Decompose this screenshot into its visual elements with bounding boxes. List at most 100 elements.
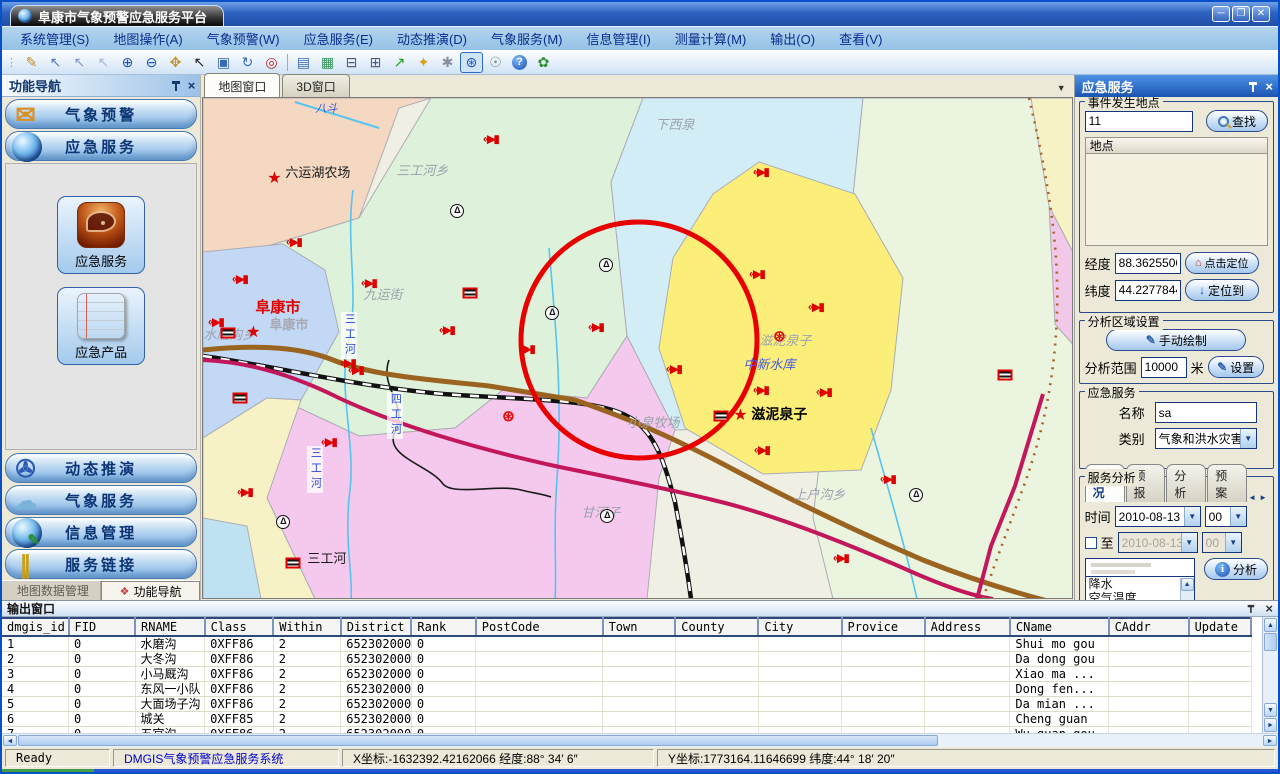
menu-map-ops[interactable]: 地图操作(A): [101, 26, 194, 51]
menu-weather-service[interactable]: 气象服务(M): [479, 26, 575, 51]
placemark-icon[interactable]: ✦: [412, 52, 435, 73]
minimize-button[interactable]: ─: [1212, 6, 1230, 22]
table-row[interactable]: 40东风一小队0XFF8626523020000Dong fen...: [2, 682, 1251, 697]
select-clear-icon[interactable]: ↖: [92, 52, 115, 73]
service-type-select[interactable]: 气象和洪水灾害 ▼: [1155, 428, 1257, 449]
column-header-Within[interactable]: Within: [273, 618, 341, 636]
menu-view[interactable]: 查看(V): [827, 26, 894, 51]
column-header-FID[interactable]: FID: [69, 618, 136, 636]
scrollbar-thumb[interactable]: [1264, 633, 1277, 651]
scrollbar-thumb[interactable]: [18, 735, 938, 746]
select-poly-icon[interactable]: ↖: [68, 52, 91, 73]
analysis-range-input[interactable]: [1141, 357, 1187, 378]
listbox-scrollbar[interactable]: ▲: [1180, 578, 1194, 600]
panel-tab-地图数据管理[interactable]: 地图数据管理: [2, 581, 101, 600]
close-icon[interactable]: ×: [1265, 601, 1273, 616]
analyze-button[interactable]: i 分析: [1204, 558, 1268, 580]
menu-system[interactable]: 系统管理(S): [8, 26, 101, 51]
column-header-Update[interactable]: Update: [1189, 618, 1251, 636]
tab-scroll-arrows[interactable]: ◄►: [1248, 493, 1268, 502]
sidebar-item-气象服务[interactable]: ☁气象服务: [5, 485, 197, 515]
analysis-tab-预案[interactable]: 预案: [1207, 464, 1247, 502]
click-locate-button[interactable]: ⌂ 点击定位: [1185, 252, 1259, 274]
search-button[interactable]: 查找: [1206, 110, 1268, 132]
sidebar-item-服务链接[interactable]: ∥服务链接: [5, 549, 197, 579]
table-row[interactable]: 30小马厩沟0XFF8626523020000Xiao ma ...: [2, 667, 1251, 682]
full-extent-icon[interactable]: ▣: [212, 52, 235, 73]
longitude-input[interactable]: [1115, 253, 1181, 274]
print-preview-icon[interactable]: ⊞: [364, 52, 387, 73]
set-range-button[interactable]: ✎ 设置: [1208, 356, 1264, 378]
pointer-icon[interactable]: ↖: [188, 52, 211, 73]
emergency-product-button[interactable]: 应急产品: [57, 287, 145, 365]
column-header-Rank[interactable]: Rank: [411, 618, 475, 636]
measure-icon[interactable]: ✎: [20, 52, 43, 73]
close-icon[interactable]: ×: [188, 78, 196, 93]
menu-output[interactable]: 输出(O): [758, 26, 827, 51]
visibility-icon[interactable]: ☉: [484, 52, 507, 73]
latitude-input[interactable]: [1115, 280, 1181, 301]
window-list-dropdown-icon[interactable]: ▼: [1057, 83, 1066, 93]
map-canvas[interactable]: 六运湖农场三工河乡下西泉八斗阜康市阜康市九运街水磨沟乡滋泥泉子中新水库滋泥泉子小…: [202, 97, 1072, 599]
globe-service-icon[interactable]: ⊛: [460, 52, 483, 73]
menu-weather-warning[interactable]: 气象预警(W): [195, 26, 292, 51]
close-button[interactable]: ✕: [1252, 6, 1270, 22]
time-hour-select[interactable]: 00 ▼: [1205, 506, 1247, 527]
table-row[interactable]: 10水磨沟0XFF8626523020000Shui mo gou: [2, 636, 1251, 652]
select-rect-icon[interactable]: ↖: [44, 52, 67, 73]
menu-dynamic-replay[interactable]: 动态推演(D): [385, 26, 479, 51]
chevron-down-icon[interactable]: ▼: [1240, 429, 1256, 448]
place-list[interactable]: [1085, 154, 1268, 246]
legend-tree-icon[interactable]: ✿: [532, 52, 555, 73]
map-tab-地图窗口[interactable]: 地图窗口: [204, 73, 280, 97]
column-header-Town[interactable]: Town: [603, 618, 676, 636]
table-row[interactable]: 50大面场子沟0XFF8626523020000Da mian ...: [2, 697, 1251, 712]
emergency-service-button[interactable]: 应急服务: [57, 196, 145, 274]
column-header-City[interactable]: City: [758, 618, 841, 636]
export-map-icon[interactable]: ▦: [316, 52, 339, 73]
help-icon[interactable]: ?: [508, 52, 531, 73]
column-header-County[interactable]: County: [675, 618, 758, 636]
maximize-button[interactable]: ❐: [1232, 6, 1250, 22]
output-vscrollbar[interactable]: ▲ ▼ ►: [1262, 617, 1278, 733]
output-hscrollbar[interactable]: ◄ ►: [2, 733, 1278, 747]
column-header-CName[interactable]: CName: [1010, 618, 1109, 636]
table-row[interactable]: 20大冬沟0XFF8626523020000Da dong gou: [2, 652, 1251, 667]
chevron-down-icon[interactable]: ▼: [1184, 507, 1200, 526]
place-list-header[interactable]: 地点: [1085, 137, 1268, 154]
column-header-PostCode[interactable]: PostCode: [476, 618, 603, 636]
analysis-tab-分析[interactable]: 分析: [1166, 464, 1206, 502]
column-header-Provice[interactable]: Provice: [842, 618, 925, 636]
close-icon[interactable]: ×: [1265, 79, 1273, 94]
sidebar-item-气象预警[interactable]: ✉气象预警: [5, 99, 197, 129]
pan-icon[interactable]: ✥: [164, 52, 187, 73]
table-row[interactable]: 60城关0XFF8526523020000Cheng guan: [2, 712, 1251, 727]
column-header-CAddr[interactable]: CAddr: [1109, 618, 1189, 636]
menu-emergency-service[interactable]: 应急服务(E): [292, 26, 385, 51]
pin-icon[interactable]: [1248, 81, 1257, 92]
pin-icon[interactable]: [171, 80, 180, 91]
column-header-dmgis_id[interactable]: dmgis_id: [2, 618, 69, 636]
zoom-in-icon[interactable]: ⊕: [116, 52, 139, 73]
panel-tab-功能导航[interactable]: ❖功能导航: [101, 581, 201, 600]
chevron-down-icon[interactable]: ▼: [1230, 507, 1246, 526]
to-time-checkbox[interactable]: [1085, 537, 1097, 549]
map-tab-3D窗口[interactable]: 3D窗口: [282, 74, 349, 97]
sidebar-item-动态推演[interactable]: ✇动态推演: [5, 453, 197, 483]
menu-measure-calc[interactable]: 测量计算(M): [663, 26, 759, 51]
settings-icon[interactable]: ✱: [436, 52, 459, 73]
layer-preview-icon[interactable]: ▤: [292, 52, 315, 73]
snap-pointer-icon[interactable]: ↗: [388, 52, 411, 73]
location-search-input[interactable]: [1085, 111, 1193, 132]
print-icon[interactable]: ⊟: [340, 52, 363, 73]
column-header-Class[interactable]: Class: [205, 618, 274, 636]
sidebar-item-信息管理[interactable]: ✎信息管理: [5, 517, 197, 547]
layer-item[interactable]: 空气温度: [1086, 591, 1194, 600]
layer-listbox[interactable]: 降水空气温度 ▲: [1085, 558, 1195, 600]
column-header-RNAME[interactable]: RNAME: [135, 618, 205, 636]
layer-item[interactable]: 降水: [1086, 577, 1194, 591]
manual-draw-button[interactable]: ✎ 手动绘制: [1106, 329, 1246, 351]
refresh-icon[interactable]: ↻: [236, 52, 259, 73]
menu-info-mgmt[interactable]: 信息管理(I): [575, 26, 663, 51]
service-name-input[interactable]: [1155, 402, 1257, 423]
